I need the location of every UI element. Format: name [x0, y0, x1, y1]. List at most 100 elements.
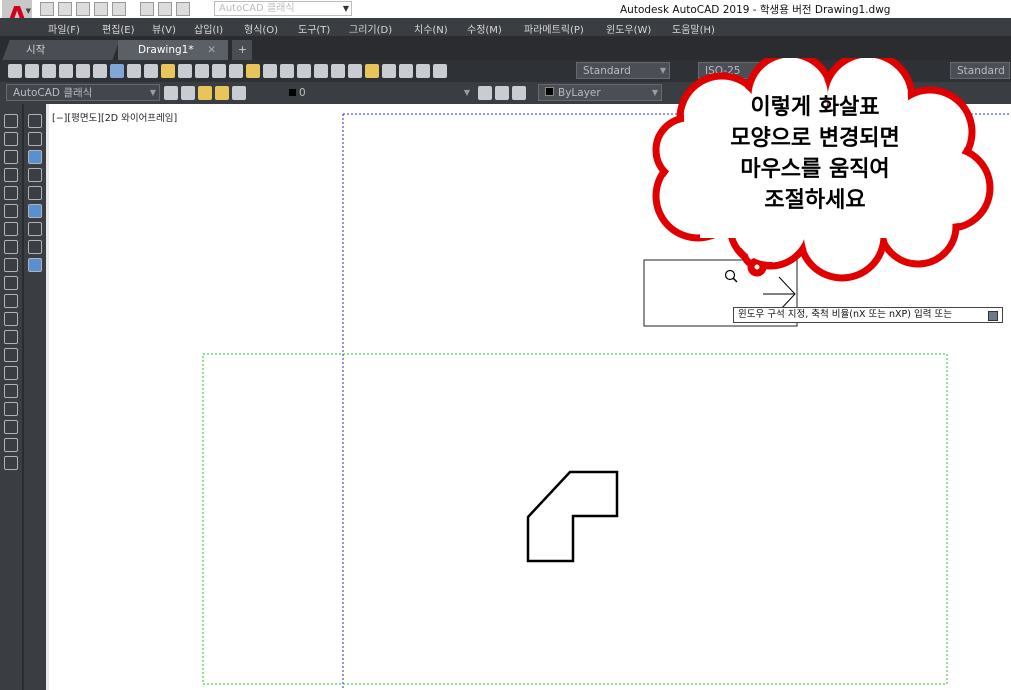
menu-edit[interactable]: 편집(E): [102, 21, 135, 36]
zoom-center-icon[interactable]: [28, 168, 42, 182]
publish-icon[interactable]: [93, 64, 107, 78]
layer-manager-icon[interactable]: [181, 86, 195, 100]
file-tab-bar: 시작 Drawing1* ✕ +: [0, 36, 1011, 60]
menu-draw[interactable]: 그리기(D): [349, 21, 392, 36]
copy-icon[interactable]: [144, 64, 158, 78]
new-tab-button[interactable]: +: [232, 40, 252, 60]
make-current-icon[interactable]: [478, 86, 492, 100]
zoom-scale-icon[interactable]: [28, 150, 42, 164]
save-as-icon[interactable]: [94, 2, 108, 16]
zoom-dynamic-icon[interactable]: [28, 132, 42, 146]
undo-icon[interactable]: [140, 2, 154, 16]
make-block-icon[interactable]: [4, 330, 18, 344]
text-style-icon[interactable]: [433, 64, 447, 78]
block-editor-icon[interactable]: [195, 64, 209, 78]
zoom-window-icon[interactable]: [28, 114, 42, 128]
tool-palettes-icon[interactable]: [348, 64, 362, 78]
layer-select[interactable]: 0 ▼: [282, 84, 474, 101]
arc-icon[interactable]: [4, 204, 18, 218]
rectangle-icon[interactable]: [4, 186, 18, 200]
match-properties-icon[interactable]: [178, 64, 192, 78]
plot-icon[interactable]: [112, 2, 126, 16]
save-icon[interactable]: [42, 64, 56, 78]
gradient-icon[interactable]: [4, 384, 18, 398]
zoom-out-icon[interactable]: [28, 222, 42, 236]
markup-icon[interactable]: [382, 64, 396, 78]
undo-icon[interactable]: [212, 64, 226, 78]
layer-color-swatch: [289, 89, 296, 96]
print-icon[interactable]: [59, 64, 73, 78]
save-icon[interactable]: [76, 2, 90, 16]
globe-icon[interactable]: [110, 64, 124, 78]
region-icon[interactable]: [4, 402, 18, 416]
hatch-icon[interactable]: [4, 366, 18, 380]
redo-icon[interactable]: [229, 64, 243, 78]
revcloud-icon[interactable]: [4, 240, 18, 254]
ellipse-arc-icon[interactable]: [4, 294, 18, 308]
workspace-select[interactable]: AutoCAD 클래식 ▼: [214, 1, 352, 16]
layer-previous-icon[interactable]: [495, 86, 509, 100]
layer-value: 0: [299, 87, 306, 99]
new-file-icon[interactable]: [40, 2, 54, 16]
gear-icon[interactable]: [164, 86, 178, 100]
insert-block-icon[interactable]: [4, 312, 18, 326]
lightbulb-icon[interactable]: [198, 86, 212, 100]
ellipse-icon[interactable]: [4, 276, 18, 290]
layer-tools-icons: [478, 86, 526, 100]
menu-format[interactable]: 형식(O): [244, 21, 278, 36]
pan-icon[interactable]: [246, 64, 260, 78]
open-file-icon[interactable]: [58, 2, 72, 16]
color-swatch: [545, 87, 554, 96]
menu-file[interactable]: 파일(F): [48, 21, 80, 36]
menu-window[interactable]: 윈도우(W): [606, 21, 651, 36]
tab-drawing1[interactable]: Drawing1* ✕: [118, 40, 228, 60]
sun-icon[interactable]: [215, 86, 229, 100]
properties-icon[interactable]: [314, 64, 328, 78]
title-bar: A ▼ AutoCAD 클래식 ▼ Autodesk AutoCAD 2019 …: [0, 0, 1011, 34]
calculator-icon[interactable]: [399, 64, 413, 78]
table-icon[interactable]: [4, 420, 18, 434]
point-icon[interactable]: [4, 348, 18, 362]
sheet-set-icon[interactable]: [365, 64, 379, 78]
tab-start[interactable]: 시작: [2, 40, 120, 60]
help-icon[interactable]: [416, 64, 430, 78]
tooltip-options-icon[interactable]: [988, 311, 998, 321]
zoom-realtime-icon[interactable]: [263, 64, 277, 78]
spline-icon[interactable]: [4, 258, 18, 272]
menu-modify[interactable]: 수정(M): [467, 21, 502, 36]
design-center-icon[interactable]: [331, 64, 345, 78]
polyline-icon[interactable]: [4, 150, 18, 164]
menu-tools[interactable]: 도구(T): [298, 21, 330, 36]
drawn-shape[interactable]: [526, 470, 619, 563]
lock-icon[interactable]: [232, 86, 246, 100]
menu-help[interactable]: 도움말(H): [672, 21, 715, 36]
gear-icon[interactable]: [176, 2, 190, 16]
zoom-window-icon[interactable]: [280, 64, 294, 78]
zoom-object-icon[interactable]: [28, 186, 42, 200]
zoom-in-icon[interactable]: [28, 204, 42, 218]
menu-parametric[interactable]: 파라메트릭(P): [524, 21, 584, 36]
zoom-all-icon[interactable]: [28, 240, 42, 254]
new-icon[interactable]: [8, 64, 22, 78]
menu-dimension[interactable]: 치수(N): [414, 21, 448, 36]
menu-insert[interactable]: 삽입(I): [194, 21, 223, 36]
viewport-controls-label[interactable]: [−][평면도][2D 와이어프레임]: [52, 110, 177, 124]
workspace-select-2[interactable]: AutoCAD 클래식 ▼: [6, 84, 160, 101]
layer-state-icon[interactable]: [512, 86, 526, 100]
close-icon[interactable]: ✕: [207, 40, 216, 60]
add-selected-icon[interactable]: [4, 456, 18, 470]
text-style-value: Standard: [583, 65, 631, 77]
polygon-icon[interactable]: [4, 168, 18, 182]
open-icon[interactable]: [25, 64, 39, 78]
zoom-previous-icon[interactable]: [297, 64, 311, 78]
menu-view[interactable]: 뷰(V): [152, 21, 176, 36]
line-icon[interactable]: [4, 114, 18, 128]
redo-icon[interactable]: [158, 2, 172, 16]
preview-icon[interactable]: [76, 64, 90, 78]
circle-icon[interactable]: [4, 222, 18, 236]
construction-line-icon[interactable]: [4, 132, 18, 146]
mtext-icon[interactable]: [4, 438, 18, 452]
paste-icon[interactable]: [161, 64, 175, 78]
cut-icon[interactable]: [127, 64, 141, 78]
zoom-extents-icon[interactable]: [28, 258, 42, 272]
